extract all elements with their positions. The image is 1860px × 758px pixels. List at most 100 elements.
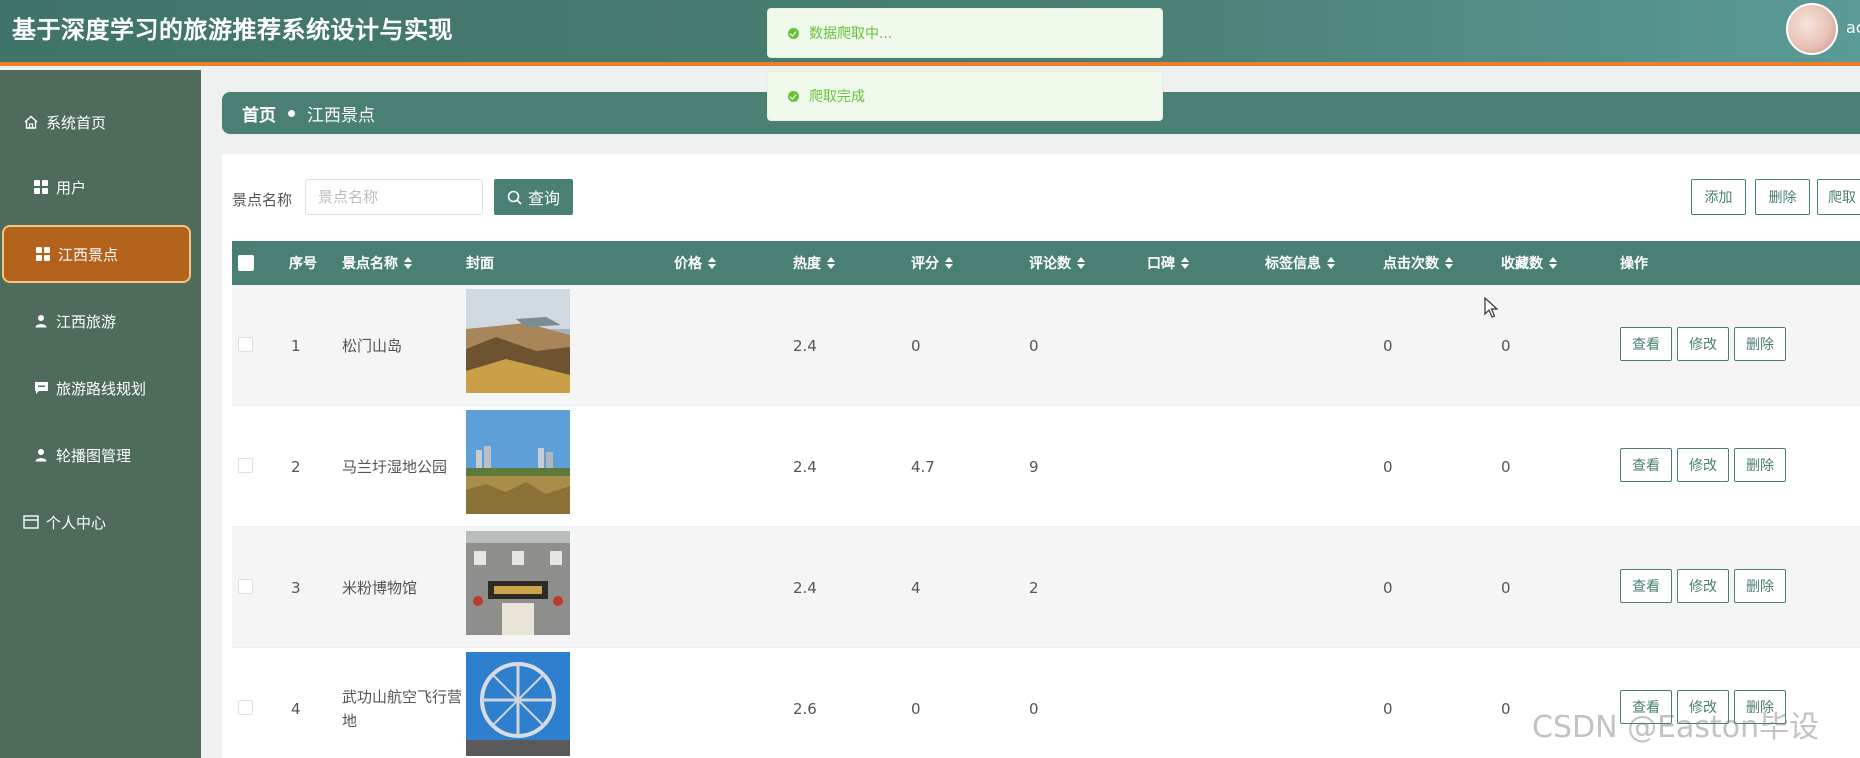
app-title: 基于深度学习的旅游推荐系统设计与实现 (12, 16, 453, 44)
sidebar-item-jiangxi-travel[interactable]: 江西旅游 (0, 296, 201, 346)
crawl-button[interactable]: 爬取 (1817, 179, 1860, 215)
sidebar-item-carousel[interactable]: 轮播图管理 (0, 430, 201, 480)
sort-icon[interactable] (1549, 257, 1557, 269)
cell-heat: 2.6 (793, 699, 817, 718)
th-reputation[interactable]: 口碑 (1147, 241, 1189, 285)
toast-text: 数据爬取中... (809, 26, 893, 42)
cell-clicks: 0 (1383, 699, 1393, 718)
cell-heat: 2.4 (793, 578, 817, 597)
cell-heat: 2.4 (793, 457, 817, 476)
cover-image (466, 652, 570, 756)
username[interactable]: ac (1846, 18, 1860, 37)
th-favorites[interactable]: 收藏数 (1501, 241, 1557, 285)
cell-favorites: 0 (1501, 578, 1511, 597)
edit-button[interactable]: 修改 (1677, 327, 1729, 361)
user-icon (32, 446, 50, 464)
th-comments[interactable]: 评论数 (1029, 241, 1085, 285)
cell-comments: 0 (1029, 336, 1039, 355)
grid-icon (34, 245, 52, 263)
sort-icon[interactable] (827, 257, 835, 269)
cell-clicks: 0 (1383, 336, 1393, 355)
card-icon (22, 513, 40, 531)
search-icon (507, 190, 522, 205)
cell-favorites: 0 (1501, 699, 1511, 718)
cover-image (466, 531, 570, 635)
cell-comments: 2 (1029, 578, 1039, 597)
row-checkbox[interactable] (238, 337, 253, 352)
sidebar: 系统首页 用户 江西景点 江西旅游 旅游路线规划 轮播图管理 个人中心 (0, 70, 201, 758)
row-checkbox[interactable] (238, 579, 253, 594)
success-icon (788, 27, 799, 39)
edit-button[interactable]: 修改 (1677, 569, 1729, 603)
sort-icon[interactable] (945, 257, 953, 269)
cell-index: 4 (291, 699, 301, 718)
cover-image (466, 410, 570, 514)
select-all-checkbox[interactable] (238, 255, 254, 271)
cell-name: 马兰圩湿地公园 (342, 458, 448, 476)
view-button[interactable]: 查看 (1620, 569, 1672, 603)
cell-favorites: 0 (1501, 336, 1511, 355)
sort-icon[interactable] (1445, 257, 1453, 269)
cell-comments: 9 (1029, 457, 1039, 476)
sidebar-item-jiangxi-spots[interactable]: 江西景点 (2, 225, 191, 283)
sidebar-item-label: 江西旅游 (56, 312, 117, 331)
row-delete-button[interactable]: 删除 (1734, 327, 1786, 361)
cover-image (466, 289, 570, 393)
cell-name: 松门山岛 (342, 337, 403, 355)
table-header: 序号 景点名称 封面 价格 热度 评分 评论数 口碑 标签信息 点击次数 收藏数… (232, 241, 1860, 285)
row-delete-button[interactable]: 删除 (1734, 448, 1786, 482)
cell-favorites: 0 (1501, 457, 1511, 476)
breadcrumb-home[interactable]: 首页 (242, 101, 276, 126)
sidebar-item-label: 用户 (56, 178, 87, 197)
table-row: 3 米粉博物馆 2.4 4 2 0 0 查看 修改 删除 (232, 527, 1860, 648)
home-icon (22, 113, 40, 131)
cell-score: 4 (911, 578, 921, 597)
th-cover: 封面 (466, 256, 494, 272)
th-name[interactable]: 景点名称 (342, 241, 412, 285)
mouse-cursor-icon (1484, 297, 1498, 318)
th-heat[interactable]: 热度 (793, 241, 835, 285)
cell-index: 1 (291, 336, 301, 355)
sort-icon[interactable] (1077, 257, 1085, 269)
delete-button[interactable]: 删除 (1755, 179, 1810, 215)
cell-index: 2 (291, 457, 301, 476)
user-avatar[interactable] (1786, 3, 1838, 55)
cell-name: 武功山航空飞行营地 (342, 687, 463, 730)
th-score[interactable]: 评分 (911, 241, 953, 285)
add-button[interactable]: 添加 (1691, 179, 1746, 215)
sort-icon[interactable] (404, 257, 412, 269)
search-input[interactable] (305, 179, 483, 215)
cell-heat: 2.4 (793, 336, 817, 355)
view-button[interactable]: 查看 (1620, 448, 1672, 482)
row-checkbox[interactable] (238, 458, 253, 473)
cell-score: 0 (911, 699, 921, 718)
cell-clicks: 0 (1383, 457, 1393, 476)
grid-icon (32, 178, 50, 196)
th-operations: 操作 (1620, 256, 1648, 272)
sidebar-item-label: 系统首页 (46, 113, 107, 132)
cell-clicks: 0 (1383, 578, 1393, 597)
watermark: CSDN @Easton毕设 (1532, 710, 1820, 745)
view-button[interactable]: 查看 (1620, 327, 1672, 361)
query-button[interactable]: 查询 (494, 179, 573, 215)
edit-button[interactable]: 修改 (1677, 448, 1729, 482)
cell-score: 4.7 (911, 457, 935, 476)
toast-crawling: 数据爬取中... (767, 8, 1163, 58)
th-index: 序号 (289, 256, 317, 272)
cell-name: 米粉博物馆 (342, 579, 418, 597)
sidebar-item-profile[interactable]: 个人中心 (0, 497, 201, 547)
sidebar-item-users[interactable]: 用户 (0, 162, 201, 212)
toast-text: 爬取完成 (809, 89, 865, 105)
th-clicks[interactable]: 点击次数 (1383, 241, 1453, 285)
cell-comments: 0 (1029, 699, 1039, 718)
sort-icon[interactable] (708, 257, 716, 269)
th-tags[interactable]: 标签信息 (1265, 241, 1335, 285)
sidebar-item-label: 轮播图管理 (56, 446, 132, 465)
sort-icon[interactable] (1181, 257, 1189, 269)
sidebar-item-route-planning[interactable]: 旅游路线规划 (0, 363, 201, 413)
row-delete-button[interactable]: 删除 (1734, 569, 1786, 603)
row-checkbox[interactable] (238, 700, 253, 715)
sort-icon[interactable] (1327, 257, 1335, 269)
sidebar-item-home[interactable]: 系统首页 (0, 97, 201, 147)
th-price[interactable]: 价格 (674, 241, 716, 285)
